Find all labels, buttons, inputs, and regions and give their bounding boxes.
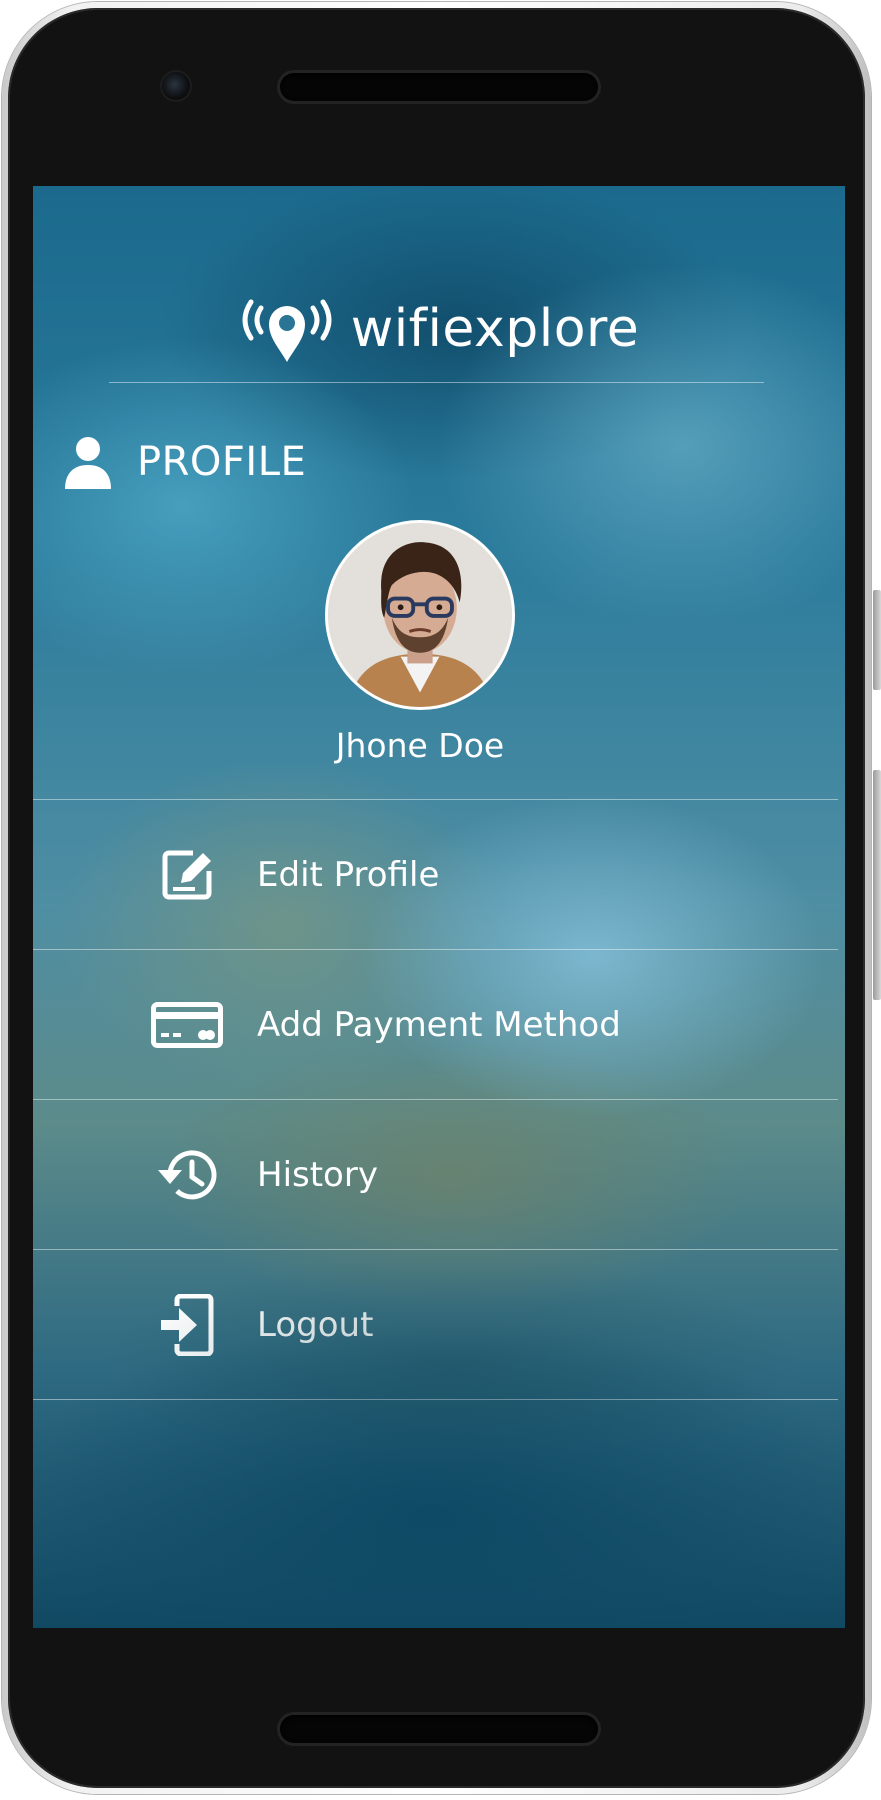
menu-item-history[interactable]: History	[33, 1099, 838, 1249]
app-screen: wifiexplore PROFILE Jhone Doe Edit Profi…	[33, 186, 845, 1628]
app-brand-name: wifiexplore	[350, 299, 640, 359]
credit-card-icon	[151, 995, 223, 1055]
bottom-speaker-grille	[280, 1715, 598, 1743]
logout-icon	[151, 1293, 223, 1356]
edit-icon	[151, 845, 223, 905]
user-name: Jhone Doe	[335, 726, 505, 765]
profile-menu: Edit Profile Add Payment Method History …	[33, 799, 838, 1400]
avatar-portrait-icon	[328, 523, 512, 707]
header-divider	[109, 382, 764, 383]
app-header: wifiexplore	[33, 294, 845, 364]
menu-item-label: History	[257, 1154, 378, 1195]
volume-button	[873, 590, 881, 690]
top-speaker-grille	[280, 73, 598, 101]
menu-item-edit-profile[interactable]: Edit Profile	[33, 799, 838, 949]
wifi-location-logo-icon	[242, 299, 332, 362]
front-camera	[162, 72, 190, 100]
phone-device: wifiexplore PROFILE Jhone Doe Edit Profi…	[0, 0, 881, 1800]
menu-item-label: Logout	[257, 1304, 374, 1345]
history-icon	[151, 1145, 223, 1205]
menu-item-add-payment-method[interactable]: Add Payment Method	[33, 949, 838, 1099]
menu-item-logout[interactable]: Logout	[33, 1249, 838, 1400]
power-button	[873, 770, 881, 1000]
menu-item-label: Add Payment Method	[257, 1004, 621, 1045]
profile-section-title: PROFILE	[137, 439, 307, 485]
menu-item-label: Edit Profile	[257, 854, 440, 895]
avatar[interactable]	[325, 520, 515, 710]
profile-section-header: PROFILE	[63, 432, 306, 492]
user-icon	[65, 437, 111, 489]
